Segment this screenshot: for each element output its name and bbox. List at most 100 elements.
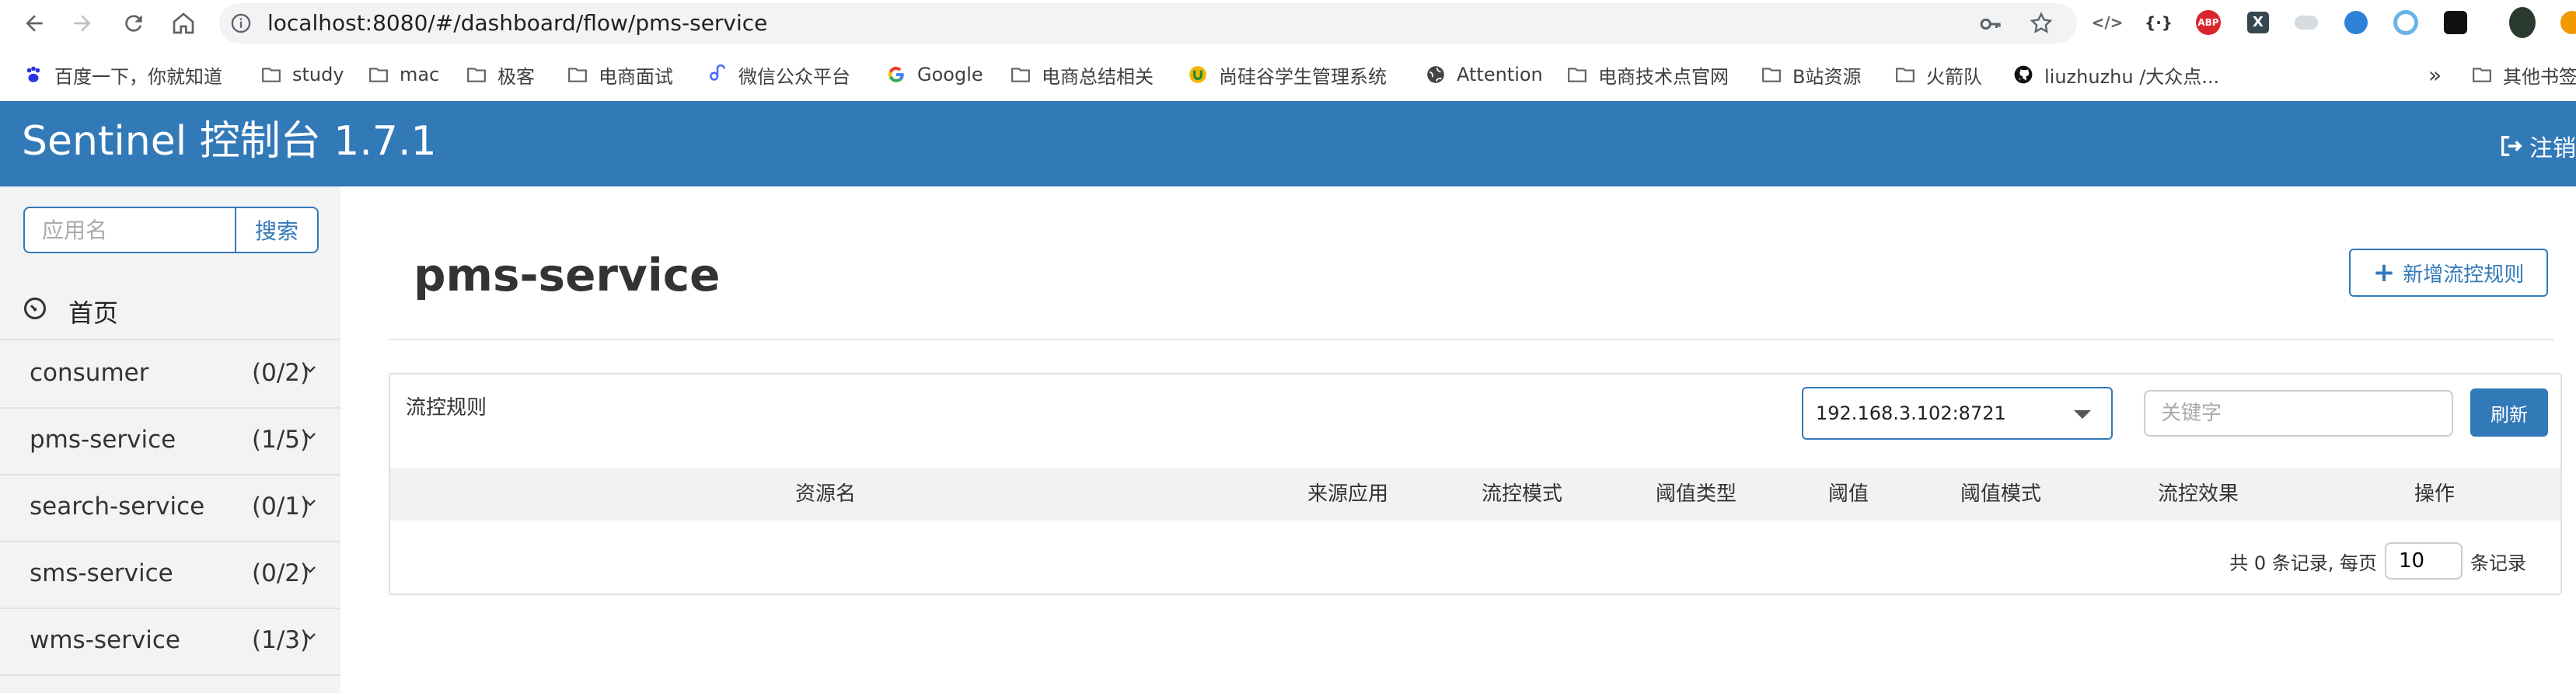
address-bar[interactable]: localhost:8080/#/dashboard/flow/pms-serv… (219, 3, 2077, 44)
reload-button[interactable] (117, 6, 151, 40)
folder-icon (1011, 68, 1030, 82)
url-text: localhost:8080/#/dashboard/flow/pms-serv… (267, 10, 768, 36)
bookmark-attention[interactable]: Attention (1426, 61, 1543, 89)
bookmark-github[interactable]: liuzhuzhu /大众点... (2013, 61, 2219, 89)
bookmark-mac[interactable]: mac (368, 61, 439, 89)
rules-table-header: 资源名 来源应用 流控模式 阈值类型 阈值 阈值模式 流控效果 操作 (390, 468, 2560, 521)
bookmark-label: study (292, 64, 344, 85)
baidu-icon (26, 66, 40, 82)
back-arrow-icon (26, 15, 43, 32)
folder-icon (568, 68, 587, 82)
machine-select[interactable]: 192.168.3.102:8721 (1802, 387, 2113, 440)
add-flow-rule-label: 新增流控规则 (2403, 263, 2525, 287)
home-button[interactable] (166, 6, 201, 40)
more-bookmarks-chevron: » (2428, 61, 2442, 88)
bookmarks-bar: 百度一下，你就知道 study mac 极客 电商面试 微信公众平台 Googl… (0, 54, 2576, 95)
column-header-threshold: 阈值 (1827, 482, 1869, 506)
bookmark-label: mac (400, 64, 440, 85)
atguigu-icon (1189, 66, 1206, 83)
app-name: sms-service (30, 559, 173, 587)
bookmark-label: 极客 (497, 65, 535, 88)
app-instance-count: (1/5) (252, 426, 310, 454)
divider (389, 339, 2554, 340)
cloud-extension-icon[interactable] (2293, 9, 2319, 36)
search-button[interactable]: 搜索 (235, 207, 319, 253)
wechat-mp-icon (710, 64, 725, 81)
bookmark-rockets[interactable]: 火箭队 (1895, 61, 1982, 89)
chevron-down-icon (305, 633, 316, 640)
pagination: 共 0 条记录, 每页 条记录 (2229, 542, 2526, 580)
back-button[interactable] (17, 6, 51, 40)
folder-icon (467, 68, 486, 82)
json-extension-icon[interactable]: {·} (2145, 9, 2173, 36)
logout-button[interactable]: 注销 (2498, 129, 2576, 163)
panel-title: 流控规则 (406, 396, 487, 420)
folder-icon (369, 68, 388, 82)
app-name: search-service (30, 493, 205, 521)
refresh-button[interactable]: 刷新 (2470, 388, 2548, 437)
bookmark-google[interactable]: Google (886, 61, 983, 89)
caret-down-icon (2074, 410, 2091, 419)
app-name: consumer (30, 359, 149, 387)
bookmark-label: 火箭队 (1926, 65, 1982, 88)
bookmark-jike[interactable]: 极客 (466, 61, 535, 89)
page-size-input[interactable] (2385, 542, 2463, 580)
app-name: pms-service (30, 426, 176, 454)
add-flow-rule-button[interactable]: + 新增流控规则 (2349, 249, 2548, 297)
profile-avatar[interactable] (2509, 7, 2536, 38)
devtools-extension-icon[interactable]: </> (2092, 9, 2124, 36)
bookmark-atguigu[interactable]: 尚硅谷学生管理系统 (1188, 61, 1387, 89)
app-header: Sentinel 控制台 1.7.1 注销 (0, 101, 2576, 186)
bookmark-label: 微信公众平台 (738, 65, 850, 88)
app-title[interactable]: Sentinel 控制台 1.7.1 (22, 118, 437, 165)
plus-icon: + (2372, 257, 2396, 288)
sidebar-item-sms-service[interactable]: sms-service (0/2) (0, 541, 340, 609)
bookmark-baidu[interactable]: 百度一下，你就知道 (23, 61, 222, 89)
chevron-down-icon (305, 366, 316, 373)
folder-icon (1896, 68, 1915, 82)
ring-extension-icon[interactable] (2393, 9, 2419, 36)
chevron-down-icon (305, 566, 316, 573)
flow-rules-panel: 流控规则 192.168.3.102:8721 刷新 资源名 来源应用 流控模式… (389, 373, 2562, 595)
sidebar-item-pms-service[interactable]: pms-service (1/5) (0, 407, 340, 475)
app-search-input[interactable] (23, 207, 235, 253)
page-title: pms-service (414, 249, 721, 301)
column-header-resource: 资源名 (794, 482, 857, 506)
folder-icon (1568, 68, 1586, 82)
bookmark-interview[interactable]: 电商面试 (567, 61, 673, 89)
app-instance-count: (0/1) (252, 493, 310, 521)
info-icon (231, 13, 251, 33)
x-extension-icon[interactable]: X (2245, 9, 2271, 36)
sidebar-item-search-service[interactable]: search-service (0/1) (0, 474, 340, 542)
search-extension-icon[interactable] (2343, 9, 2369, 36)
key-icon[interactable] (1979, 12, 2002, 36)
home-icon (173, 12, 194, 34)
column-header-actions: 操作 (2414, 482, 2456, 506)
app-instance-count: (1/3) (252, 626, 310, 654)
update-badge-icon[interactable] (2559, 9, 2576, 36)
bookmark-bilibili[interactable]: B站资源 (1761, 61, 1861, 89)
sidebar-item-home[interactable]: 首页 (0, 278, 340, 340)
bookmark-ecommerce-tech[interactable]: 电商技术点官网 (1567, 61, 1729, 89)
bookmark-label: B站资源 (1792, 65, 1862, 88)
bookmark-ecommerce-summary[interactable]: 电商总结相关 (1011, 61, 1154, 89)
bookmark-wechat-mp[interactable]: 微信公众平台 (707, 61, 850, 89)
bookmark-study[interactable]: study (261, 61, 344, 89)
bookmark-label: 电商技术点官网 (1598, 65, 1729, 88)
sidebar-item-wms-service[interactable]: wms-service (1/3) (0, 608, 340, 676)
grid-extension-icon[interactable] (2442, 9, 2469, 36)
other-bookmarks-folder[interactable]: 其他书签 (2472, 61, 2576, 89)
app-instance-count: (0/2) (252, 359, 310, 387)
logout-label: 注销 (2529, 135, 2576, 162)
column-header-threshold-mode: 阈值模式 (1960, 482, 2042, 506)
bookmark-star-icon[interactable] (2029, 11, 2054, 36)
adblock-extension-icon[interactable]: ABP (2195, 9, 2222, 36)
sidebar-item-consumer[interactable]: consumer (0/2) (0, 340, 340, 409)
sidebar-item-label: 首页 (68, 298, 119, 328)
google-icon (888, 66, 904, 82)
bookmark-label: 其他书签 (2503, 65, 2576, 88)
keyword-search-input[interactable] (2144, 390, 2453, 437)
forward-button[interactable] (65, 6, 99, 40)
more-bookmarks-button[interactable]: » (2428, 61, 2442, 89)
reload-icon (125, 15, 142, 32)
